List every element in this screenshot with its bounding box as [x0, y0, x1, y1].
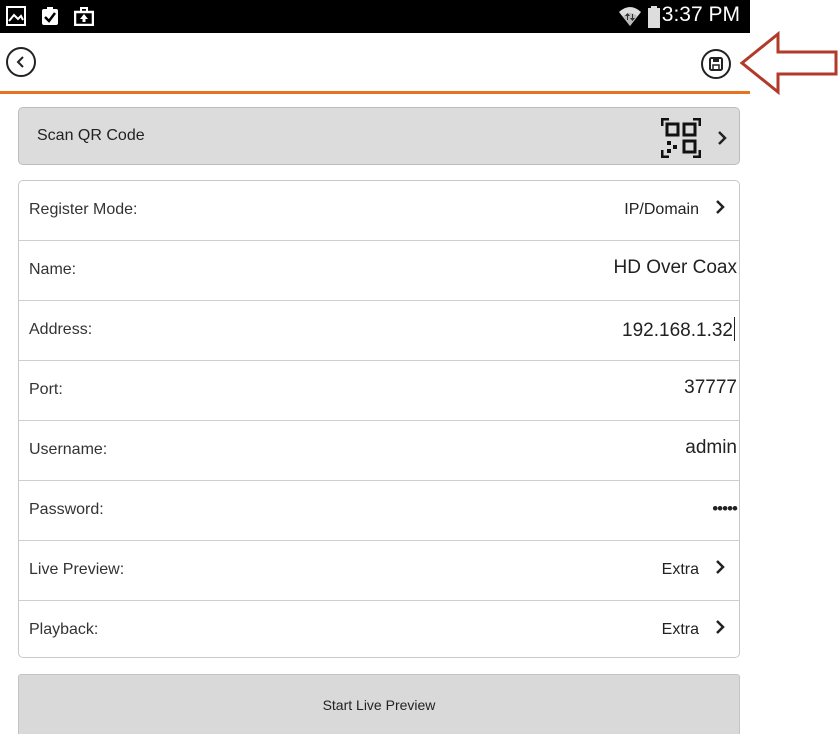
port-row[interactable]: Port: 37777: [19, 361, 739, 421]
action-bar: [0, 33, 750, 94]
status-time: 3:37 PM: [661, 3, 740, 26]
playback-label: Playback:: [29, 621, 99, 638]
address-label: Address:: [29, 321, 93, 338]
playback-value: Extra: [661, 621, 699, 638]
battery-icon: [648, 6, 660, 28]
address-value: 192.168.1.32: [622, 320, 733, 341]
address-row[interactable]: Address: 192.168.1.32: [19, 301, 739, 361]
back-button[interactable]: [6, 47, 36, 77]
password-field[interactable]: •••••: [712, 499, 738, 519]
username-field[interactable]: admin: [685, 437, 737, 459]
gallery-icon: [6, 6, 26, 26]
device-form: Register Mode: IP/Domain Name: HD Over C…: [18, 180, 740, 658]
chevron-right-icon: [716, 620, 725, 634]
name-field[interactable]: HD Over Coax: [613, 257, 737, 279]
live-preview-value: Extra: [661, 561, 699, 578]
save-button[interactable]: [701, 49, 731, 79]
start-live-preview-button[interactable]: Start Live Preview: [18, 674, 740, 734]
name-label: Name:: [29, 261, 77, 278]
wifi-icon: [619, 7, 641, 26]
status-bar: 3:37 PM: [0, 0, 750, 33]
save-icon: [709, 57, 723, 71]
port-field[interactable]: 37777: [684, 377, 737, 399]
scan-qr-code-label: Scan QR Code: [37, 127, 145, 144]
register-mode-label: Register Mode:: [29, 201, 138, 218]
register-mode-value: IP/Domain: [624, 201, 699, 218]
text-cursor: [734, 317, 735, 341]
scan-qr-code-row[interactable]: Scan QR Code: [18, 107, 740, 165]
qr-code-icon: [661, 118, 701, 158]
chevron-right-icon: [718, 131, 727, 145]
address-field[interactable]: 192.168.1.32: [622, 317, 735, 342]
password-label: Password:: [29, 501, 104, 518]
back-arrow-icon: [16, 56, 24, 68]
annotation-arrow: [740, 30, 838, 96]
name-row[interactable]: Name: HD Over Coax: [19, 241, 739, 301]
briefcase-upload-icon: [74, 7, 94, 26]
username-label: Username:: [29, 441, 108, 458]
playback-row[interactable]: Playback: Extra: [19, 601, 739, 657]
live-preview-label: Live Preview:: [29, 561, 125, 578]
chevron-right-icon: [716, 200, 725, 214]
port-label: Port:: [29, 381, 63, 398]
password-row[interactable]: Password: •••••: [19, 481, 739, 541]
chevron-right-icon: [716, 560, 725, 574]
register-mode-row[interactable]: Register Mode: IP/Domain: [19, 181, 739, 241]
live-preview-row[interactable]: Live Preview: Extra: [19, 541, 739, 601]
username-row[interactable]: Username: admin: [19, 421, 739, 481]
clipboard-check-icon: [42, 7, 58, 25]
